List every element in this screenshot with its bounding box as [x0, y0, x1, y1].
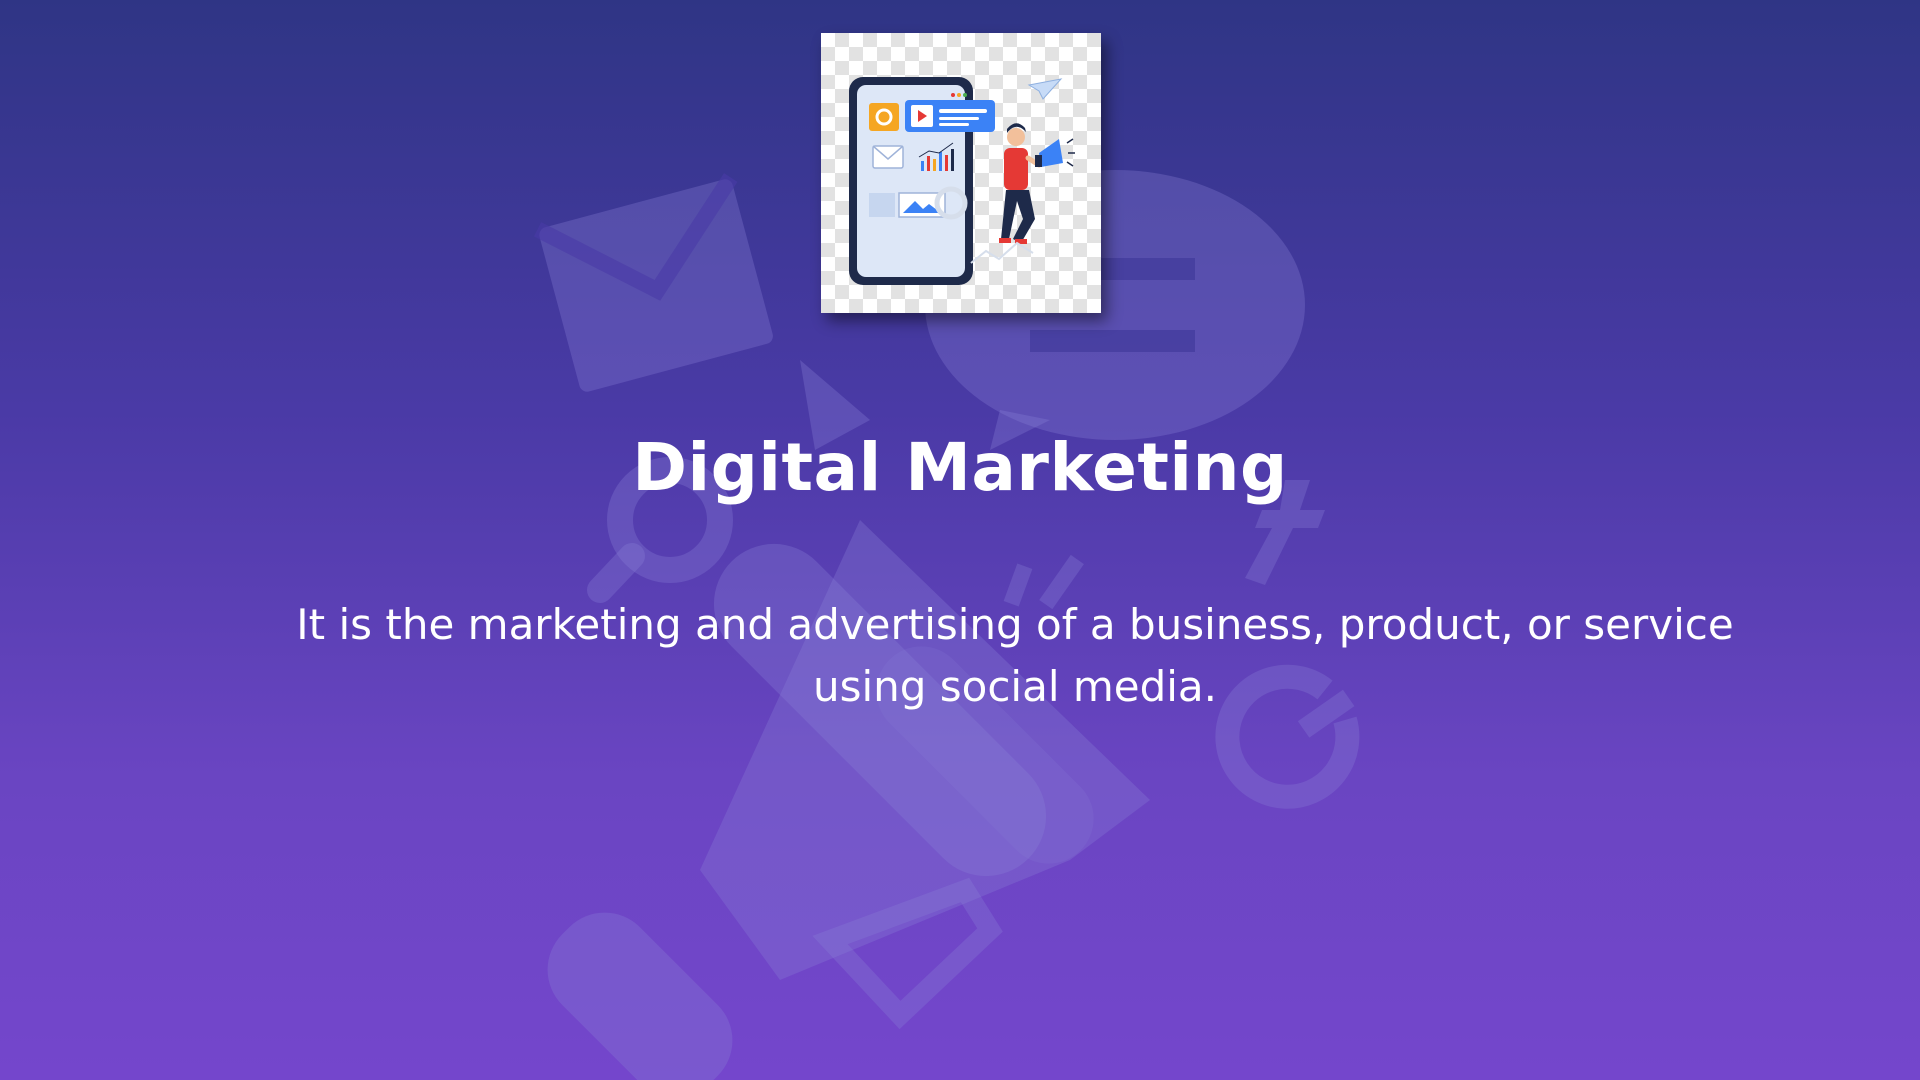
person-icon	[999, 123, 1042, 244]
megaphone-icon	[1035, 138, 1075, 167]
slide-description: It is the marketing and advertising of a…	[296, 600, 1734, 711]
slide-title: Digital Marketing	[632, 429, 1288, 506]
mail-icon	[872, 145, 904, 169]
image-icon	[869, 192, 946, 218]
paper-plane-icon	[1027, 78, 1063, 100]
settings-icon	[869, 103, 899, 131]
digital-marketing-illustration	[821, 33, 1101, 313]
